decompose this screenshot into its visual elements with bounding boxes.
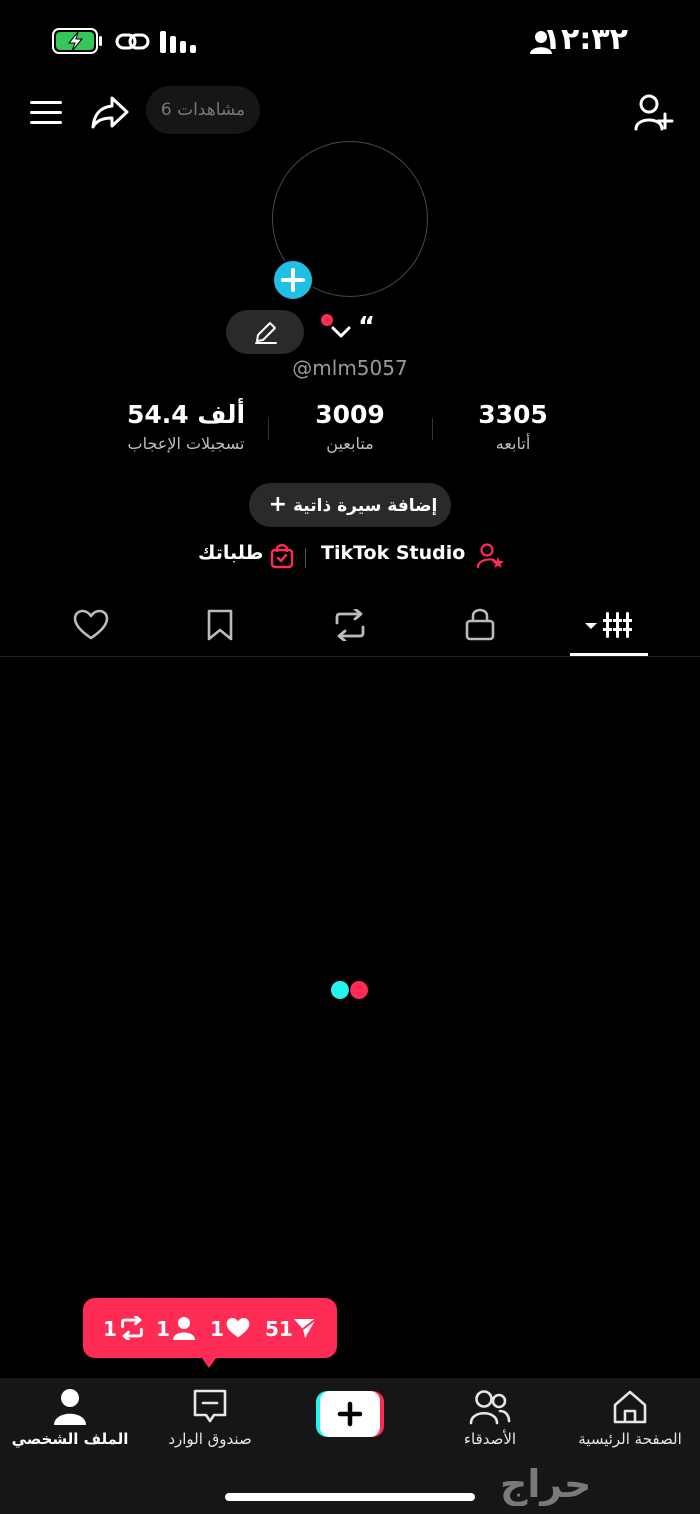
battery-icon <box>52 28 104 54</box>
likes-count: 54.4 ألف <box>126 400 246 429</box>
likes-stat[interactable]: 54.4 ألف تسجيلات الإعجاب <box>96 400 276 453</box>
nav-home[interactable]: الصفحة الرئيسية <box>560 1388 700 1448</box>
edit-profile-button[interactable] <box>226 310 304 354</box>
add-bio-button[interactable]: + إضافة سيرة ذاتية <box>249 483 451 527</box>
profile-views-pill[interactable]: 6 مشاهدات <box>146 86 260 134</box>
link-icon <box>115 30 151 54</box>
following-count: 3305 <box>478 400 548 429</box>
loading-indicator <box>330 980 370 1000</box>
username: @mlm5057 <box>292 356 408 380</box>
tabs-divider <box>0 656 700 657</box>
likes-count-badge: 1 <box>210 1317 224 1341</box>
grid-icon <box>585 612 632 638</box>
tiktok-studio-link[interactable]: TikTok Studio <box>321 542 465 564</box>
following-stat[interactable]: 3305 أتابعه <box>423 400 603 453</box>
home-indicator[interactable] <box>225 1493 475 1501</box>
orders-label: طلباتك <box>198 542 264 564</box>
send-icon <box>294 1318 317 1338</box>
nav-friends[interactable]: الأصدقاء <box>420 1388 560 1448</box>
creator-star-icon <box>477 543 505 569</box>
orders-link[interactable]: طلباتك <box>198 542 263 564</box>
profile-name: “ <box>358 312 376 342</box>
followers-count-badge: 1 <box>156 1317 170 1341</box>
home-icon <box>613 1390 647 1424</box>
friends-icon <box>469 1390 511 1425</box>
pencil-icon <box>255 322 277 344</box>
watermark: حراج <box>500 1462 592 1506</box>
plus-icon: + <box>268 492 288 517</box>
add-photo-button[interactable] <box>272 259 314 301</box>
following-label: أتابعه <box>495 434 531 453</box>
chevron-down-icon[interactable] <box>330 324 352 340</box>
heart-icon <box>73 609 109 640</box>
activity-notification-bubble[interactable]: 1 1 1 51 <box>83 1298 337 1358</box>
bookmark-icon <box>207 609 233 641</box>
add-bio-label: إضافة سيرة ذاتية <box>292 496 438 516</box>
nav-home-label: الصفحة الرئيسية <box>578 1430 682 1448</box>
repost-icon <box>121 1316 143 1340</box>
share-icon[interactable] <box>90 94 130 130</box>
followers-label: متابعين <box>326 434 374 453</box>
shopping-bag-icon <box>270 543 294 569</box>
heart-icon <box>226 1318 250 1338</box>
plus-icon <box>281 268 305 292</box>
tab-liked[interactable] <box>73 609 109 641</box>
tab-reposts[interactable] <box>332 609 368 641</box>
profile-icon <box>54 1389 86 1425</box>
inbox-icon <box>193 1389 227 1423</box>
shares-count: 51 <box>265 1317 293 1341</box>
nav-inbox[interactable]: صندوق الوارد <box>140 1388 280 1448</box>
add-friend-icon[interactable] <box>634 94 674 132</box>
followers-stat[interactable]: 3009 متابعين <box>260 400 440 453</box>
lock-icon <box>465 608 495 641</box>
likes-label: تسجيلات الإعجاب <box>127 434 245 453</box>
tab-saved[interactable] <box>206 608 234 642</box>
notification-pointer <box>199 1354 219 1368</box>
create-button[interactable] <box>316 1391 384 1437</box>
followers-count: 3009 <box>315 400 385 429</box>
person-icon <box>173 1317 195 1340</box>
nav-friends-label: الأصدقاء <box>463 1430 517 1448</box>
nav-profile[interactable]: الملف الشخصي <box>0 1388 140 1448</box>
nav-profile-label: الملف الشخصي <box>11 1430 129 1448</box>
tiktok-studio-label: TikTok Studio <box>321 542 466 564</box>
tab-videos[interactable] <box>583 610 635 642</box>
signal-icon <box>160 31 198 53</box>
add-video-icon <box>316 1391 384 1437</box>
tab-private[interactable] <box>464 607 496 641</box>
repost-icon <box>335 609 365 641</box>
reposts-count: 1 <box>103 1317 117 1341</box>
status-time: ١٢:٣٢ <box>542 22 628 57</box>
nav-inbox-label: صندوق الوارد <box>168 1430 252 1448</box>
menu-icon[interactable] <box>30 100 62 126</box>
link-divider <box>305 548 306 568</box>
